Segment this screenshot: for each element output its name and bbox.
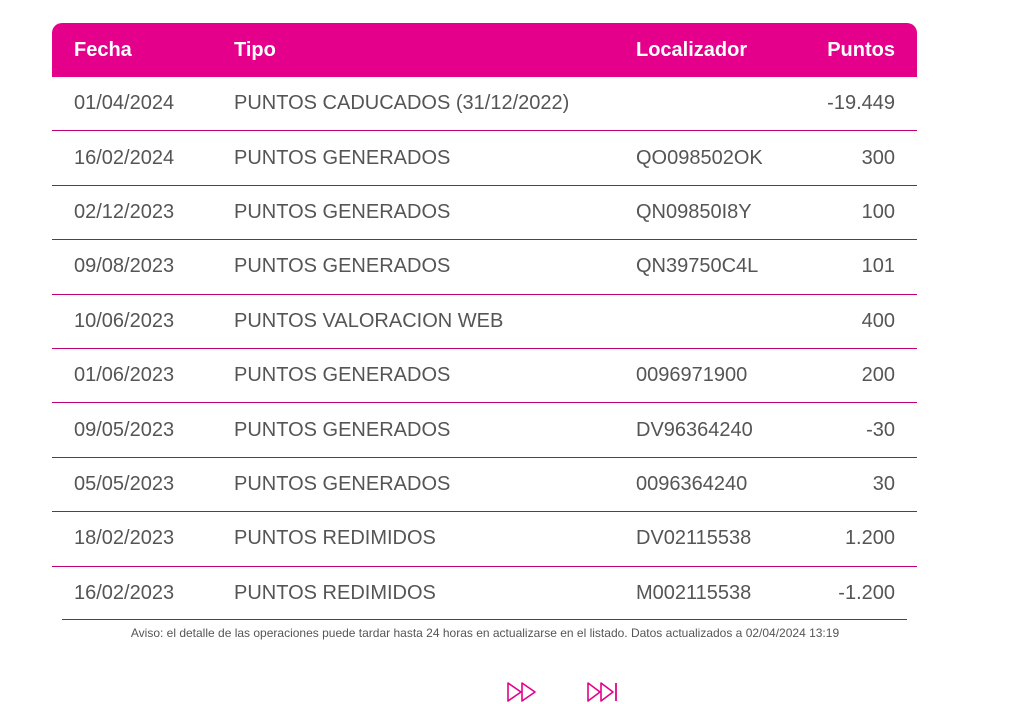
cell-tipo: PUNTOS GENERADOS: [234, 418, 451, 441]
header-fecha: Fecha: [74, 38, 132, 61]
cell-localizador: M002115538: [636, 581, 752, 604]
table-row: 09/08/2023 PUNTOS GENERADOS QN39750C4L 1…: [52, 240, 917, 295]
cell-tipo: PUNTOS REDIMIDOS: [234, 527, 436, 550]
cell-puntos: 200: [861, 364, 895, 387]
cell-fecha: 05/05/2023: [74, 472, 175, 495]
cell-localizador: 0096364240: [636, 472, 748, 495]
pagination: [506, 680, 620, 704]
cell-fecha: 16/02/2024: [74, 146, 175, 169]
table-row: 01/04/2024 PUNTOS CADUCADOS (31/12/2022)…: [52, 77, 917, 132]
cell-puntos: 30: [872, 472, 895, 495]
cell-localizador: 0096971900: [636, 364, 748, 387]
double-chevron-right-icon[interactable]: [506, 680, 540, 704]
cell-fecha: 01/04/2024: [74, 92, 175, 115]
cell-localizador: DV02115538: [636, 527, 752, 550]
cell-tipo: PUNTOS VALORACION WEB: [234, 309, 504, 332]
table-row: 10/06/2023 PUNTOS VALORACION WEB 400: [52, 295, 917, 349]
header-tipo: Tipo: [234, 38, 276, 61]
table-row: 16/02/2024 PUNTOS GENERADOS QO098502OK 3…: [52, 131, 917, 186]
cell-tipo: PUNTOS GENERADOS: [234, 200, 451, 223]
cell-fecha: 01/06/2023: [74, 364, 175, 387]
cell-puntos: 100: [861, 200, 895, 223]
table-row: 01/06/2023 PUNTOS GENERADOS 0096971900 2…: [52, 349, 917, 404]
table-body: 01/04/2024 PUNTOS CADUCADOS (31/12/2022)…: [52, 77, 917, 621]
cell-tipo: PUNTOS GENERADOS: [234, 255, 451, 278]
cell-tipo: PUNTOS GENERADOS: [234, 146, 451, 169]
cell-puntos: 400: [861, 309, 895, 332]
table-row: 05/05/2023 PUNTOS GENERADOS 0096364240 3…: [52, 458, 917, 513]
table-row: 09/05/2023 PUNTOS GENERADOS DV96364240 -…: [52, 403, 917, 458]
cell-fecha: 16/02/2023: [74, 581, 175, 604]
cell-fecha: 02/12/2023: [74, 200, 175, 223]
cell-tipo: PUNTOS CADUCADOS (31/12/2022): [234, 92, 570, 115]
cell-fecha: 09/08/2023: [74, 255, 175, 278]
cell-tipo: PUNTOS REDIMIDOS: [234, 581, 436, 604]
cell-localizador: QN09850I8Y: [636, 200, 752, 223]
cell-localizador: QO098502OK: [636, 146, 763, 169]
update-notice: Aviso: el detalle de las operaciones pue…: [130, 626, 840, 640]
cell-tipo: PUNTOS GENERADOS: [234, 364, 451, 387]
cell-localizador: DV96364240: [636, 418, 753, 441]
cell-localizador: QN39750C4L: [636, 255, 759, 278]
skip-to-end-icon[interactable]: [586, 680, 620, 704]
cell-puntos: 1.200: [844, 527, 895, 550]
header-localizador: Localizador: [636, 38, 748, 61]
cell-puntos: -19.449: [827, 92, 895, 115]
cell-fecha: 10/06/2023: [74, 309, 175, 332]
table-row: 18/02/2023 PUNTOS REDIMIDOS DV02115538 1…: [52, 512, 917, 567]
table-header: Fecha Tipo Localizador Puntos: [52, 23, 917, 77]
cell-puntos: 101: [861, 255, 895, 278]
table-row: 16/02/2023 PUNTOS REDIMIDOS M002115538 -…: [52, 567, 917, 621]
header-puntos: Puntos: [827, 38, 895, 61]
cell-fecha: 09/05/2023: [74, 418, 175, 441]
points-table: Fecha Tipo Localizador Puntos 01/04/2024…: [52, 23, 917, 621]
cell-puntos: -30: [866, 418, 895, 441]
cell-tipo: PUNTOS GENERADOS: [234, 472, 451, 495]
cell-puntos: -1.200: [838, 581, 895, 604]
table-row: 02/12/2023 PUNTOS GENERADOS QN09850I8Y 1…: [52, 186, 917, 241]
cell-fecha: 18/02/2023: [74, 527, 175, 550]
cell-puntos: 300: [861, 146, 895, 169]
